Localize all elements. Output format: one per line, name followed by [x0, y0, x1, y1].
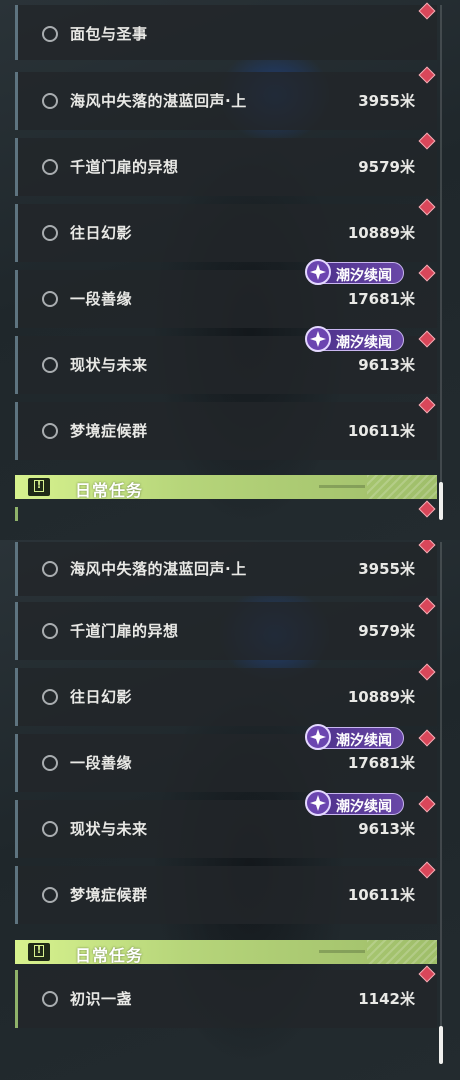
quest-distance: 3955米	[358, 92, 415, 110]
tide-badge-label: 潮汐续闻	[336, 335, 392, 351]
section-decoration	[319, 485, 365, 488]
tide-badge-label: 潮汐续闻	[336, 733, 392, 749]
alert-exclamation-icon: !	[28, 943, 50, 961]
daily-quest-section-header[interactable]: ! 日常任务	[15, 940, 437, 965]
scrollbar-track[interactable]	[440, 542, 442, 1062]
quest-row[interactable]: 千道门扉的异想 9579米	[15, 602, 437, 660]
tide-sparkle-icon	[305, 790, 331, 816]
quest-distance: 10611米	[347, 886, 415, 904]
radio-circle-icon	[42, 225, 58, 241]
section-title: 日常任务	[75, 481, 144, 500]
diamond-marker-icon[interactable]	[418, 500, 436, 518]
quest-name: 梦境症候群	[70, 422, 148, 440]
quest-name: 一段善缘	[70, 754, 133, 772]
radio-circle-icon	[42, 93, 58, 109]
quest-distance: 9613米	[358, 356, 415, 374]
quest-row[interactable]: 千道门扉的异想 9579米	[15, 138, 437, 196]
quest-row[interactable]: 梦境症候群 10611米	[15, 866, 437, 924]
quest-name: 海风中失落的湛蓝回声·上	[70, 92, 247, 110]
quest-name: 现状与未来	[70, 356, 148, 374]
quest-distance: 10889米	[347, 688, 415, 706]
quest-name: 往日幻影	[70, 224, 133, 242]
radio-circle-icon	[42, 423, 58, 439]
section-stripes	[367, 475, 437, 499]
radio-circle-icon	[42, 159, 58, 175]
tide-badge-label: 潮汐续闻	[336, 268, 392, 284]
radio-circle-icon	[42, 755, 58, 771]
section-title: 日常任务	[75, 946, 144, 965]
tide-sparkle-icon	[305, 326, 331, 352]
tide-badge: 潮汐续闻	[305, 790, 404, 816]
daily-quest-row[interactable]: 初识一盏 1142米	[15, 970, 437, 1028]
scrollbar-thumb[interactable]	[439, 1026, 443, 1064]
radio-circle-icon	[42, 623, 58, 639]
quest-list-panel: 海风中失落的湛蓝回声·上 3955米 千道门扉的异想 9579米 往日幻影 10…	[0, 540, 460, 1080]
radio-circle-icon	[42, 821, 58, 837]
scrollbar-track[interactable]	[440, 5, 442, 520]
quest-row[interactable]: 梦境症候群 10611米	[15, 402, 437, 460]
section-stripes	[367, 940, 437, 964]
quest-distance: 9613米	[358, 820, 415, 838]
daily-quest-section-header[interactable]: ! 日常任务	[15, 475, 437, 500]
quest-row[interactable]: 海风中失落的湛蓝回声·上 3955米	[15, 72, 437, 130]
radio-circle-icon	[42, 689, 58, 705]
quest-distance: 9579米	[358, 158, 415, 176]
tide-sparkle-icon	[305, 259, 331, 285]
quest-name: 面包与圣事	[70, 25, 148, 43]
quest-row[interactable]: 往日幻影 10889米	[15, 668, 437, 726]
quest-name: 一段善缘	[70, 290, 133, 308]
quest-row[interactable]: 面包与圣事	[15, 5, 437, 60]
quest-name: 初识一盏	[70, 990, 133, 1008]
quest-name: 现状与未来	[70, 820, 148, 838]
row-edge	[15, 507, 18, 521]
radio-circle-icon	[42, 291, 58, 307]
quest-name: 梦境症候群	[70, 886, 148, 904]
alert-exclamation-icon: !	[28, 478, 50, 496]
tide-badge: 潮汐续闻	[305, 724, 404, 750]
quest-row[interactable]: 往日幻影 10889米	[15, 204, 437, 262]
quest-distance: 17681米	[347, 290, 415, 308]
radio-circle-icon	[42, 991, 58, 1007]
scrollbar-thumb[interactable]	[439, 482, 443, 520]
quest-distance: 10611米	[347, 422, 415, 440]
tide-badge: 潮汐续闻	[305, 259, 404, 285]
radio-circle-icon	[42, 26, 58, 42]
tide-sparkle-icon	[305, 724, 331, 750]
quest-name: 往日幻影	[70, 688, 133, 706]
tide-badge-label: 潮汐续闻	[336, 799, 392, 815]
quest-name: 海风中失落的湛蓝回声·上	[70, 560, 247, 578]
radio-circle-icon	[42, 357, 58, 373]
radio-circle-icon	[42, 887, 58, 903]
quest-row[interactable]: 海风中失落的湛蓝回声·上 3955米	[15, 542, 437, 596]
quest-distance: 10889米	[347, 224, 415, 242]
quest-list-panel: 面包与圣事 海风中失落的湛蓝回声·上 3955米 千道门扉的异想 9579米 往…	[0, 0, 460, 540]
section-decoration	[319, 950, 365, 953]
quest-name: 千道门扉的异想	[70, 158, 179, 176]
quest-distance: 9579米	[358, 622, 415, 640]
radio-circle-icon	[42, 561, 58, 577]
quest-distance: 17681米	[347, 754, 415, 772]
quest-distance: 1142米	[358, 990, 415, 1008]
tide-badge: 潮汐续闻	[305, 326, 404, 352]
quest-name: 千道门扉的异想	[70, 622, 179, 640]
quest-distance: 3955米	[358, 560, 415, 578]
